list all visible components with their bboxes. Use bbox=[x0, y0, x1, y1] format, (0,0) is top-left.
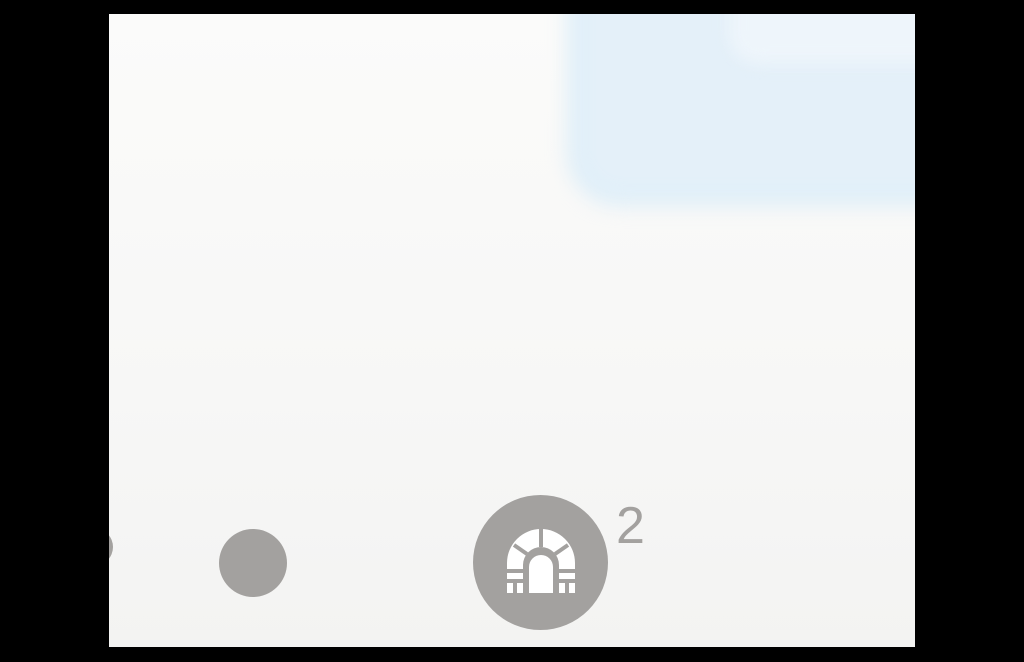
tunnel-arch-icon bbox=[506, 528, 575, 593]
app-screen: 2 bbox=[109, 14, 915, 647]
page-dot-partial[interactable] bbox=[109, 528, 113, 566]
tunnel-badge-count: 2 bbox=[616, 497, 645, 555]
tunnel-page-button[interactable] bbox=[473, 495, 608, 630]
blurred-card-highlight bbox=[729, 14, 915, 64]
page-dot[interactable] bbox=[219, 529, 287, 597]
